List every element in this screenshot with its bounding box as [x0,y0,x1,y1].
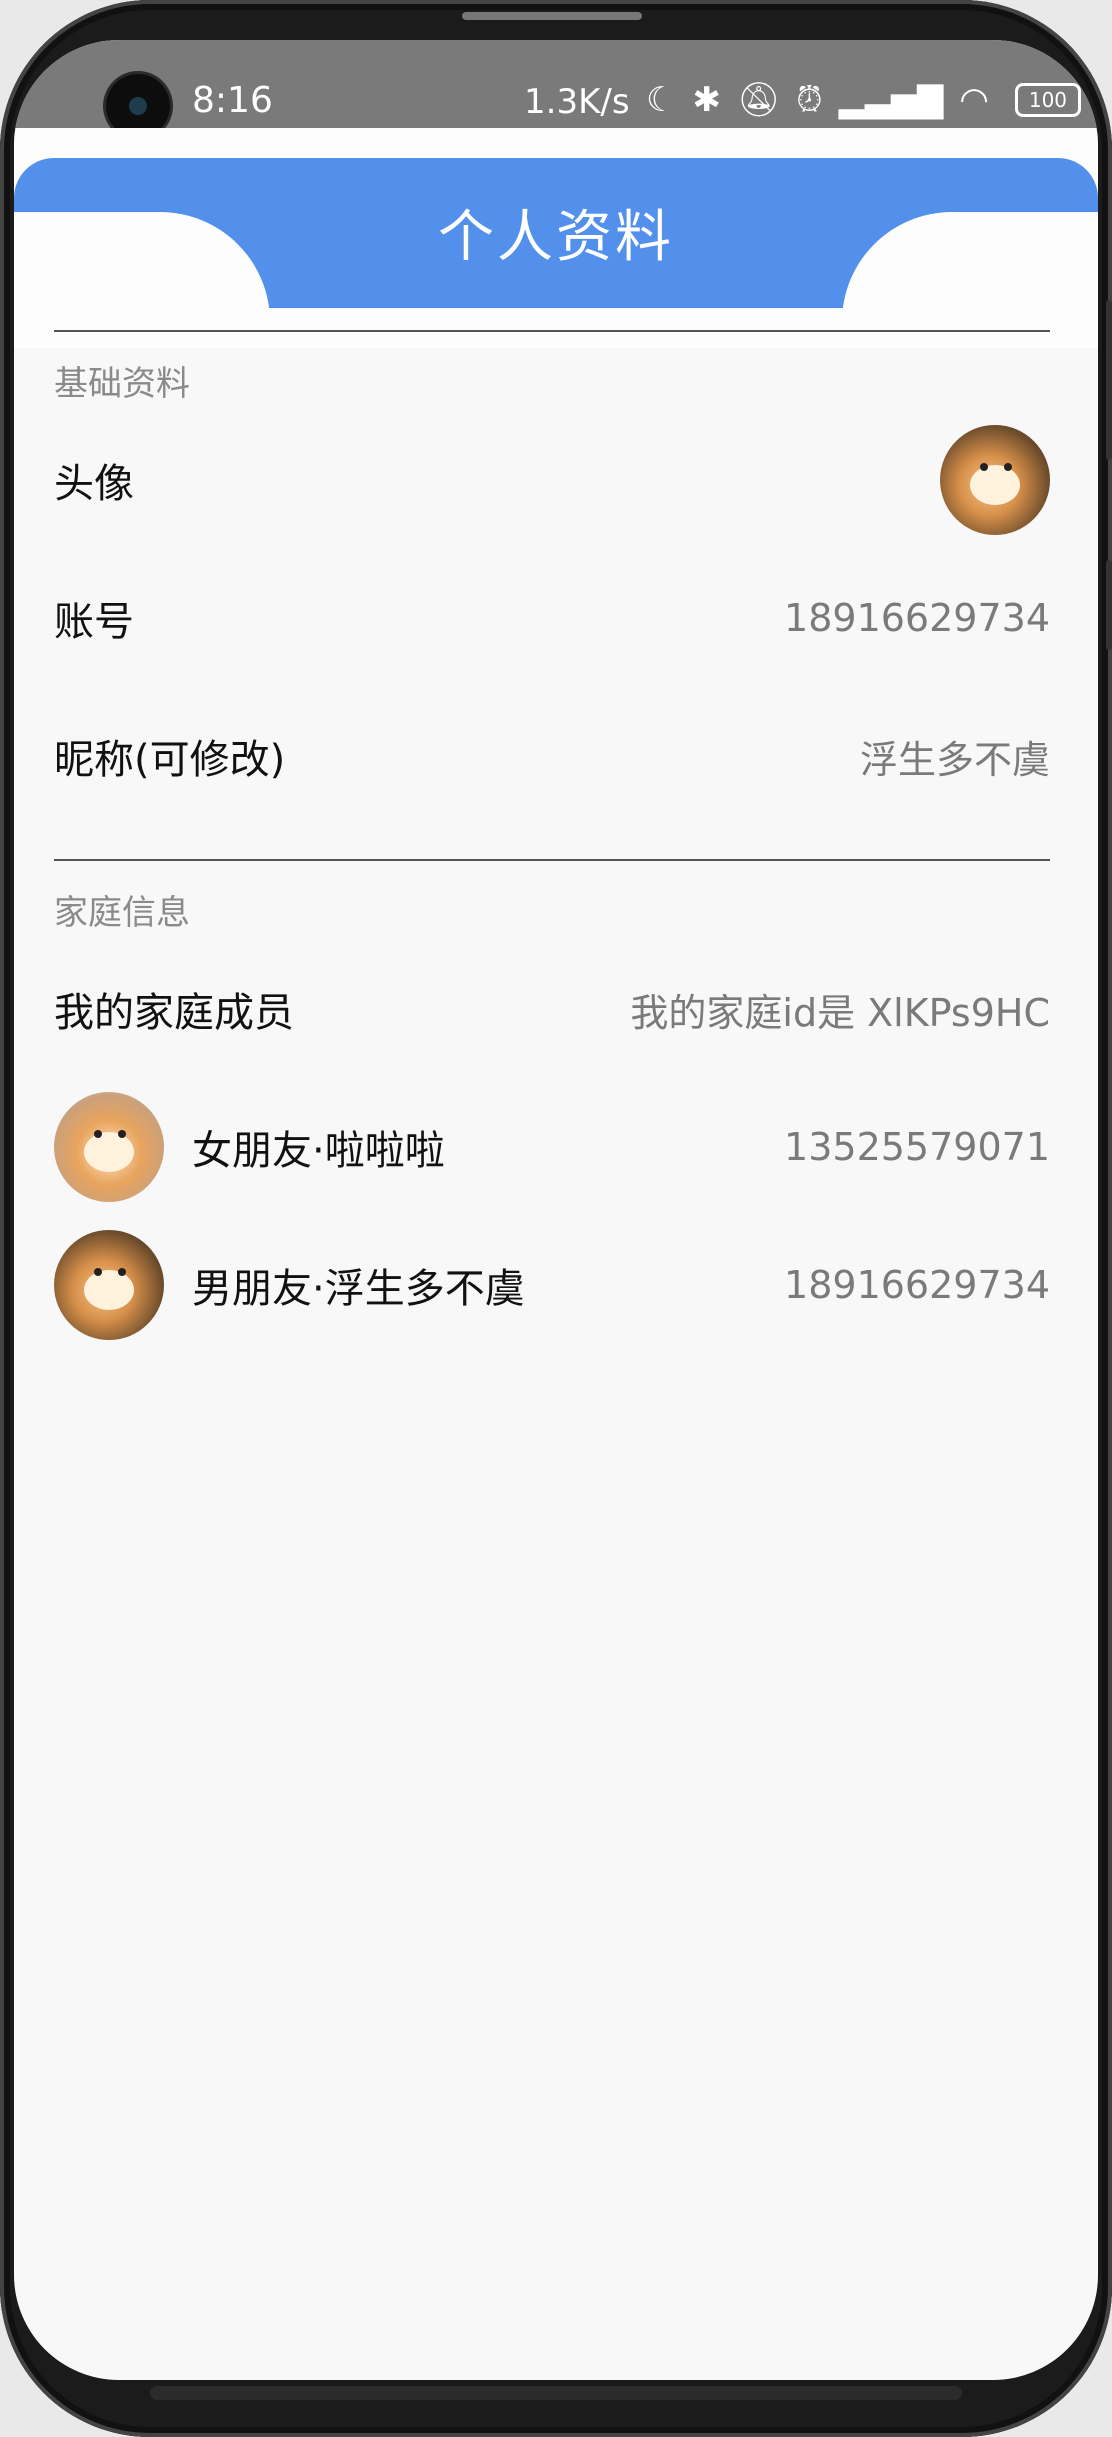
avatar-eye [980,463,988,471]
family-members-row: 我的家庭成员 我的家庭id是 XlKPs9HC [54,940,1050,1078]
basic-info-section-label: 基础资料 [54,364,190,404]
avatar-eye [1004,463,1012,471]
page-title: 个人资料 [438,205,674,270]
account-label: 账号 [54,599,134,645]
section-divider [54,330,1050,332]
avatar-eye [118,1130,126,1138]
bluetooth-icon: ✱ [692,80,721,120]
phone-bottom-bezel [150,2386,962,2400]
status-icons: ☾ ✱ 🔕︎ ⏰︎ ▂▃▅▇ ◠ 100 [646,80,1081,120]
avatar-eye [94,1130,102,1138]
user-avatar[interactable] [940,425,1050,535]
moon-icon: ☾ [646,80,677,120]
section-divider [54,859,1050,861]
volume-button [1106,300,1112,460]
avatar-row[interactable]: 头像 [54,411,1050,549]
member-info: 女朋友·啦啦啦 [54,1092,445,1202]
avatar-face [970,465,1020,505]
battery-icon: 100 [1014,83,1081,117]
avatar-label: 头像 [54,461,134,507]
family-member-row[interactable]: 男朋友·浮生多不虞 18916629734 [54,1216,1050,1354]
member-avatar [54,1230,164,1340]
signal-icon: ▂▃▅▇ [838,80,944,120]
status-time: 8:16 [192,80,273,121]
nickname-label: 昵称(可修改) [54,737,286,783]
power-button [1106,560,1112,650]
member-info: 男朋友·浮生多不虞 [54,1230,525,1340]
mute-icon: 🔕︎ [736,80,781,120]
alarm-icon: ⏰︎ [796,80,823,120]
family-info-section-label: 家庭信息 [54,893,190,933]
avatar-eye [118,1268,126,1276]
member-phone: 18916629734 [784,1263,1050,1307]
member-name: 女朋友·啦啦啦 [192,1128,445,1174]
app-screen: 8:16 1.3K/s ☾ ✱ 🔕︎ ⏰︎ ▂▃▅▇ ◠ 100 个人资料 基础… [14,40,1098,2380]
nickname-value[interactable]: 浮生多不虞 [860,729,1050,784]
nickname-row[interactable]: 昵称(可修改) 浮生多不虞 [54,687,1050,825]
member-avatar [54,1092,164,1202]
member-phone: 13525579071 [784,1125,1050,1169]
wifi-icon: ◠ [959,80,989,120]
member-name: 男朋友·浮生多不虞 [192,1266,525,1312]
avatar-face [84,1270,134,1310]
status-bar: 8:16 1.3K/s ☾ ✱ 🔕︎ ⏰︎ ▂▃▅▇ ◠ 100 [14,40,1098,138]
family-id-text: 我的家庭id是 XlKPs9HC [630,990,1050,1035]
network-speed: 1.3K/s [524,82,630,122]
profile-content: 基础资料 头像 账号 18916629734 昵称(可修改) 浮生多不虞 家庭信… [54,330,1050,1354]
phone-frame: 8:16 1.3K/s ☾ ✱ 🔕︎ ⏰︎ ▂▃▅▇ ◠ 100 个人资料 基础… [0,0,1112,2437]
account-value: 18916629734 [784,596,1050,640]
avatar-face [84,1132,134,1172]
account-row: 账号 18916629734 [54,549,1050,687]
family-member-row[interactable]: 女朋友·啦啦啦 13525579071 [54,1078,1050,1216]
avatar-eye [94,1268,102,1276]
speaker-slot [462,12,642,20]
family-members-label: 我的家庭成员 [54,990,294,1036]
